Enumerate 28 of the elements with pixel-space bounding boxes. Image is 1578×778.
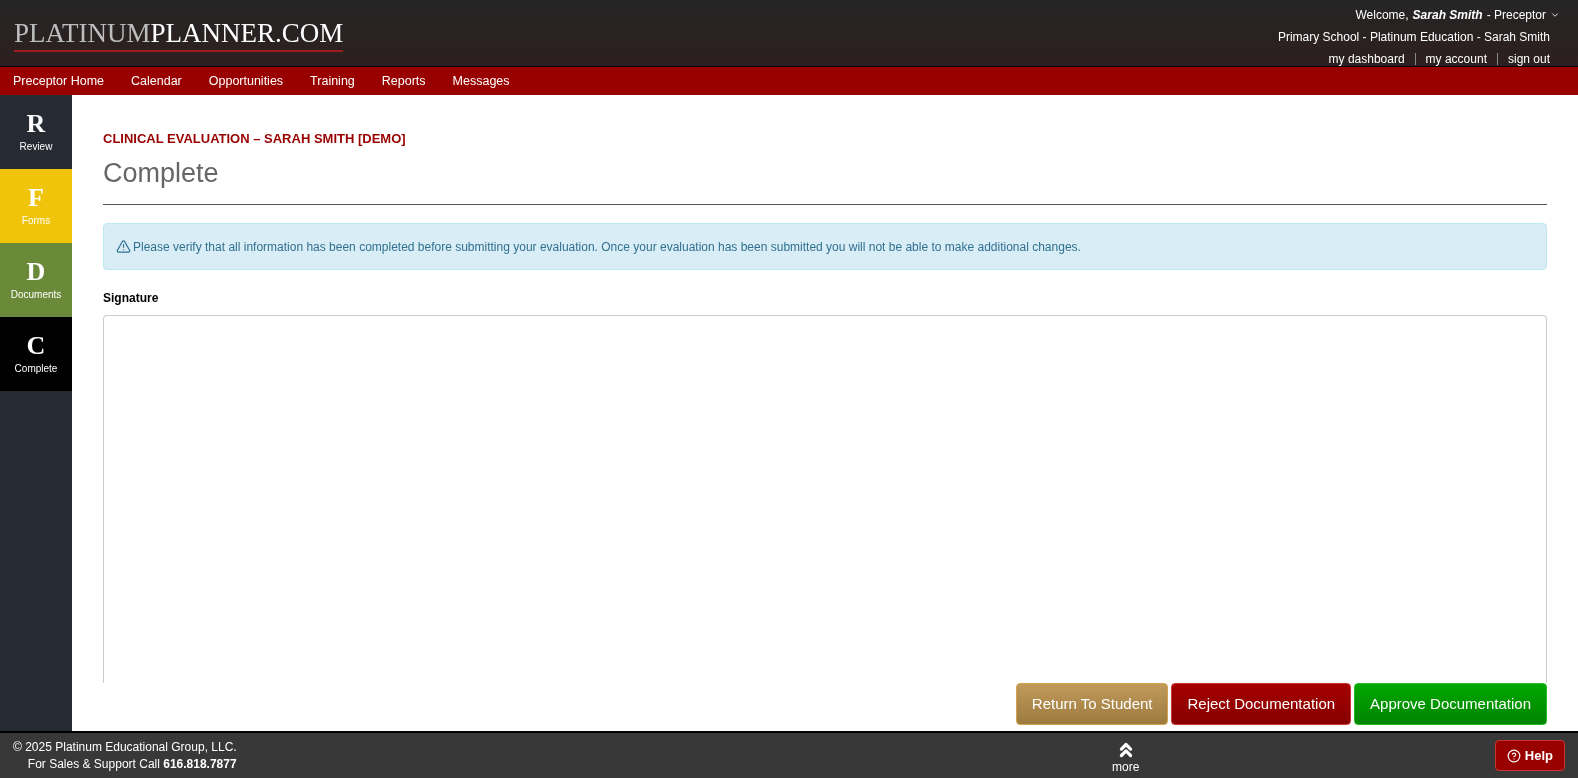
help-button[interactable]: Help — [1494, 740, 1565, 771]
nav-link[interactable]: Calendar — [131, 71, 182, 91]
caret-icon — [1550, 10, 1560, 20]
field-label: Signature — [103, 290, 160, 308]
alert-text: Please verify that all information has been completed before submitting your evaluation. Once your evaluation has been submitted you will not be able to make additional changes. — [133, 238, 1081, 256]
account-link[interactable]: my dashboard — [1328, 50, 1405, 68]
page-eyebrow: CLINICAL EVALUATION – SARAH SMITH [DEMO] — [103, 130, 407, 148]
nav-link[interactable]: Preceptor Home — [13, 71, 104, 91]
nav-link[interactable]: Reports — [381, 71, 426, 91]
page-title: Complete — [103, 156, 220, 190]
nav-link[interactable]: Opportunities — [208, 71, 284, 91]
more-button[interactable]: more — [1112, 738, 1140, 773]
account-link[interactable]: sign out — [1507, 50, 1550, 68]
user-menu[interactable]: Welcome, Sarah Smith - Preceptor — [1355, 6, 1560, 24]
action-button[interactable]: Reject Documentation — [1171, 683, 1352, 726]
copyright-text: © 2025 Platinum Educational Group, LLC. — [13, 738, 237, 756]
sidebar-item[interactable]: C Complete — [0, 317, 72, 391]
help-icon — [1506, 748, 1521, 763]
action-button[interactable]: Approve Documentation — [1354, 683, 1547, 726]
support-text: For Sales & Support Call 616.818.7877 — [27, 755, 237, 773]
logo-text: PLATINUM — [14, 20, 151, 47]
user-context: Primary School - Platinum Education - Sarah Smith — [1277, 29, 1550, 46]
nav-link[interactable]: Training — [310, 71, 355, 91]
account-link[interactable]: my account — [1425, 50, 1487, 68]
nav-link[interactable]: Messages — [452, 71, 510, 91]
logo-text: PLANNER.COM — [150, 20, 344, 47]
sidebar-item[interactable]: D Documents — [0, 243, 72, 317]
warning-icon — [116, 239, 131, 255]
